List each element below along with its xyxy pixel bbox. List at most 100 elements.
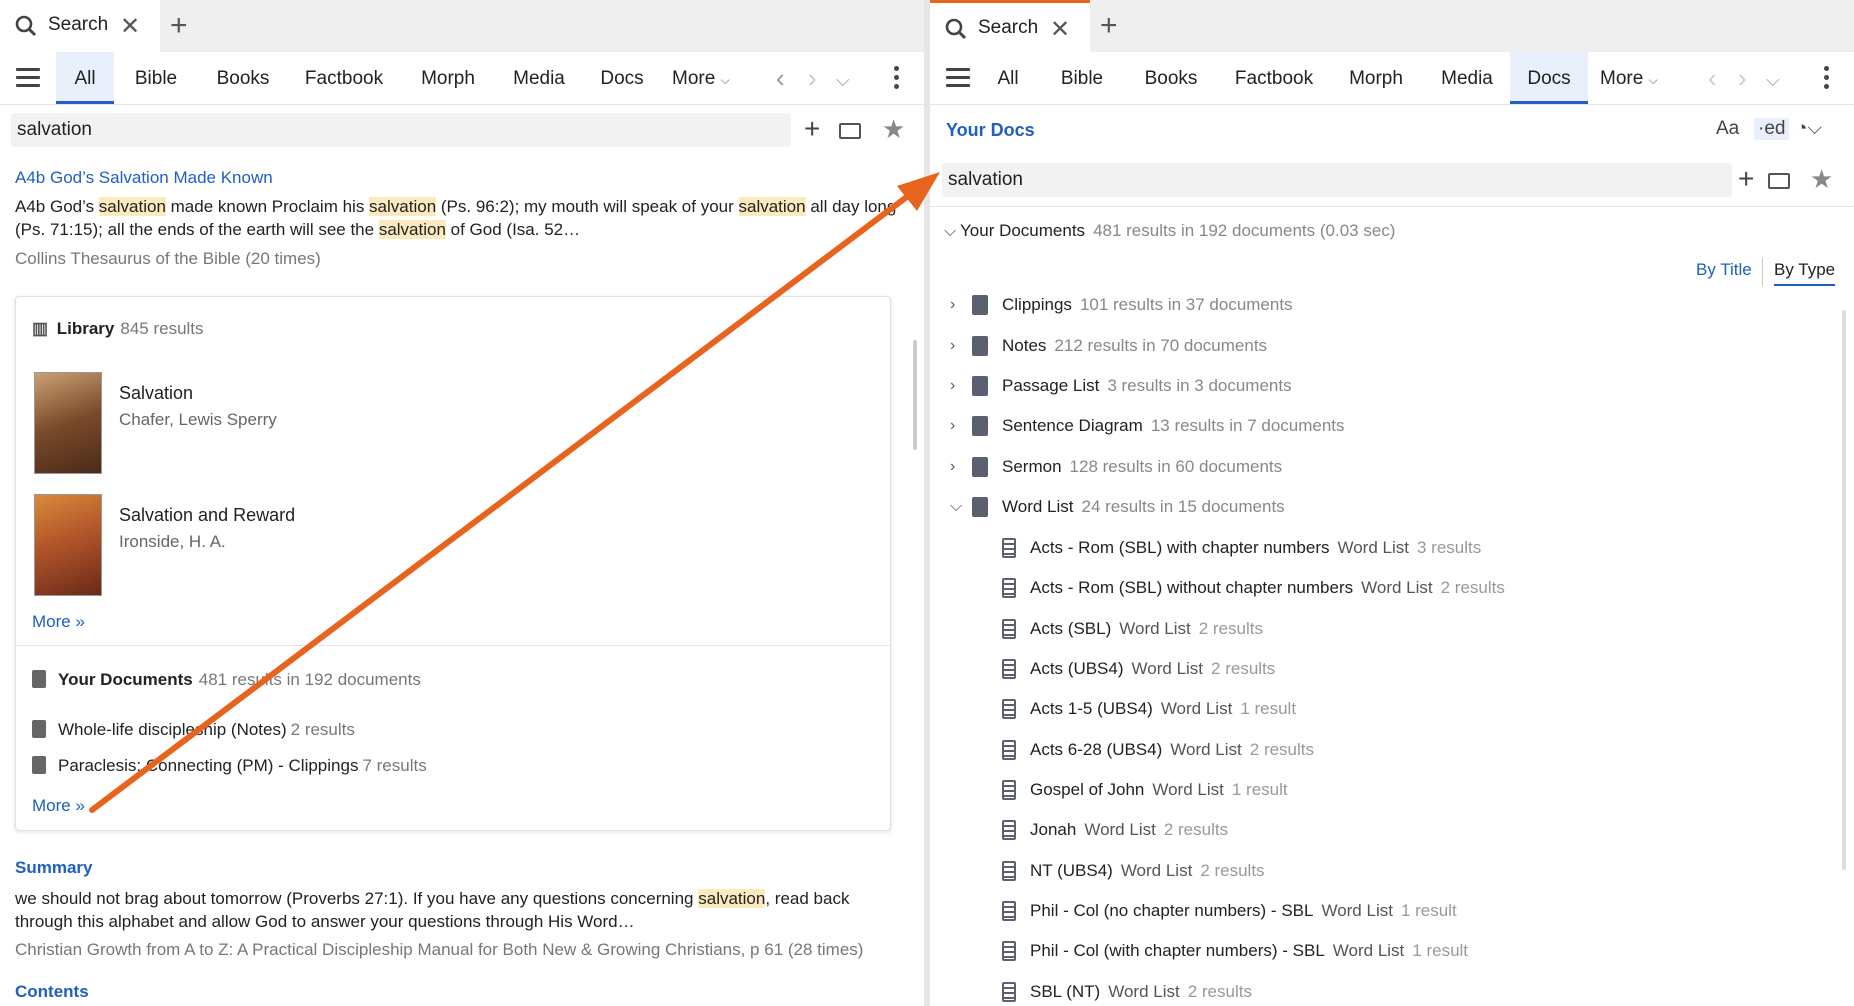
category-notes[interactable]: › Notes 212 results in 70 documents xyxy=(950,333,1267,359)
close-tab-icon[interactable]: ✕ xyxy=(1050,15,1070,44)
left-tab-bar: Search ✕ + xyxy=(0,0,924,53)
result-snippet: we should not brag about tomorrow (Prove… xyxy=(15,889,850,931)
card-divider xyxy=(16,645,890,646)
sort-by-type-button[interactable]: By Type xyxy=(1774,260,1836,286)
your-documents-tree-header[interactable]: ⌵ Your Documents 481 results in 192 docume… xyxy=(944,221,1395,241)
word-list-row[interactable]: Gospel of John Word List 1 result xyxy=(1002,777,1288,803)
category-clippings[interactable]: › Clippings 101 results in 37 documents xyxy=(950,292,1293,318)
word-list-row[interactable]: Phil - Col (no chapter numbers) - SBL Wor… xyxy=(1002,898,1457,924)
result-snippet: A4b God’s salvation made known Proclaim … xyxy=(15,197,897,239)
right-tab-media[interactable]: Media xyxy=(1430,52,1504,104)
right-tab-bible[interactable]: Bible xyxy=(1050,52,1114,104)
close-tab-icon[interactable]: ✕ xyxy=(120,12,140,41)
panel-menu-icon[interactable] xyxy=(894,66,900,93)
word-list-row[interactable]: Acts (UBS4) Word List 2 results xyxy=(1002,656,1275,682)
word-list-icon xyxy=(1002,780,1016,800)
menu-icon[interactable] xyxy=(946,68,970,87)
chevron-right-icon: › xyxy=(950,377,956,394)
right-search-panel: Search ✕ + All Bible Books Factbook Morp… xyxy=(930,0,1854,1006)
interlinear-toggle[interactable]: ·ed xyxy=(1754,118,1790,140)
right-more-menu[interactable]: More ⌵ xyxy=(1600,52,1658,104)
chevron-right-icon: › xyxy=(950,417,956,434)
chevron-right-icon: › xyxy=(950,337,956,354)
forward-arrow-icon[interactable]: › xyxy=(808,64,817,92)
sort-by-title-button[interactable]: By Title xyxy=(1696,260,1752,280)
add-icon[interactable]: + xyxy=(804,115,820,143)
left-tab-all[interactable]: All xyxy=(56,52,114,104)
visual-filter-icon[interactable]: ◔⌵ xyxy=(1796,118,1822,140)
font-size-button[interactable]: Aa xyxy=(1716,118,1739,140)
back-arrow-icon[interactable]: ‹ xyxy=(1708,64,1717,92)
word-list-row[interactable]: Acts 6-28 (UBS4) Word List 2 results xyxy=(1002,737,1314,763)
left-tab-morph[interactable]: Morph xyxy=(410,52,486,104)
left-tab-media[interactable]: Media xyxy=(502,52,576,104)
left-tab-bible[interactable]: Bible xyxy=(124,52,188,104)
notes-icon xyxy=(972,336,988,356)
back-arrow-icon[interactable]: ‹ xyxy=(776,64,785,92)
right-tab-books[interactable]: Books xyxy=(1133,52,1209,104)
chevron-down-icon: ⌵ xyxy=(944,223,957,240)
word-list-row[interactable]: Acts 1-5 (UBS4) Word List 1 result xyxy=(1002,696,1296,722)
document-result-row[interactable]: Paraclesis: Connecting (PM) - Clippings 7… xyxy=(32,756,427,776)
book-title[interactable]: Salvation xyxy=(119,383,193,404)
result-source: Collins Thesaurus of the Bible (20 times… xyxy=(15,249,321,268)
right-search-tab[interactable]: Search ✕ xyxy=(930,0,1090,52)
history-chevron-icon[interactable]: ⌵ xyxy=(1766,66,1780,94)
right-tab-all[interactable]: All xyxy=(980,52,1036,104)
document-result-row[interactable]: Whole-life discipleship (Notes) 2 results xyxy=(32,720,355,740)
chevron-right-icon: › xyxy=(950,296,956,313)
word-list-row[interactable]: Jonah Word List 2 results xyxy=(1002,817,1228,843)
left-search-field[interactable] xyxy=(11,113,791,147)
right-search-field[interactable] xyxy=(942,163,1732,197)
book-cover-salvation[interactable] xyxy=(34,372,102,474)
category-sermon[interactable]: › Sermon 128 results in 60 documents xyxy=(950,454,1282,480)
left-tab-factbook[interactable]: Factbook xyxy=(296,52,392,104)
category-sentence-diagram[interactable]: › Sentence Diagram 13 results in 7 documen… xyxy=(950,413,1345,439)
left-more-menu[interactable]: More ⌵ xyxy=(672,52,730,104)
star-icon[interactable]: ★ xyxy=(882,116,905,142)
left-nav-bar: All Bible Books Factbook Morph Media Doc… xyxy=(0,52,924,105)
right-tab-factbook[interactable]: Factbook xyxy=(1226,52,1322,104)
menu-icon[interactable] xyxy=(16,68,40,87)
category-word-list[interactable]: ⌵ Word List 24 results in 15 documents xyxy=(950,494,1285,520)
new-tab-icon[interactable]: + xyxy=(170,8,188,44)
chevron-right-icon: › xyxy=(950,458,956,475)
word-list-row[interactable]: Acts - Rom (SBL) without chapter numbers… xyxy=(1002,575,1505,601)
star-icon[interactable]: ★ xyxy=(1810,166,1833,192)
word-list-row[interactable]: Phil - Col (with chapter numbers) - SBL W… xyxy=(1002,938,1468,964)
category-passage-list[interactable]: › Passage List 3 results in 3 documents xyxy=(950,373,1292,399)
results-summary-card: ▥ Library 845 results Salvation Chafer, L… xyxy=(15,296,891,831)
word-list-row[interactable]: NT (UBS4) Word List 2 results xyxy=(1002,858,1265,884)
left-tab-books[interactable]: Books xyxy=(205,52,281,104)
left-search-input[interactable] xyxy=(11,113,791,147)
clippings-icon xyxy=(972,295,988,315)
library-more-link[interactable]: More » xyxy=(32,612,85,632)
word-list-row[interactable]: Acts - Rom (SBL) with chapter numbers Wor… xyxy=(1002,535,1481,561)
word-list-row[interactable]: SBL (NT) Word List 2 results xyxy=(1002,979,1252,1005)
panel-menu-icon[interactable] xyxy=(1824,66,1830,93)
history-chevron-icon[interactable]: ⌵ xyxy=(836,66,850,94)
add-icon[interactable]: + xyxy=(1738,165,1754,193)
result-title-link[interactable]: A4b God’s Salvation Made Known xyxy=(15,168,273,188)
left-scrollbar[interactable] xyxy=(913,340,917,450)
forward-arrow-icon[interactable]: › xyxy=(1738,64,1747,92)
left-tab-docs[interactable]: Docs xyxy=(594,52,650,104)
right-tab-label: Search xyxy=(978,17,1039,38)
result-title-link[interactable]: Contents xyxy=(15,982,89,1002)
sentence-diagram-icon xyxy=(972,416,988,436)
keyboard-icon[interactable] xyxy=(1768,173,1790,189)
keyboard-icon[interactable] xyxy=(839,123,861,139)
new-tab-icon[interactable]: + xyxy=(1100,8,1118,44)
left-search-tab[interactable]: Search ✕ xyxy=(0,0,160,52)
word-list-icon xyxy=(1002,941,1016,961)
right-tab-docs[interactable]: Docs xyxy=(1510,52,1588,104)
result-title-link[interactable]: Summary xyxy=(15,858,92,878)
right-tab-morph[interactable]: Morph xyxy=(1338,52,1414,104)
word-list-icon xyxy=(1002,820,1016,840)
word-list-row[interactable]: Acts (SBL) Word List 2 results xyxy=(1002,616,1263,642)
right-search-input[interactable] xyxy=(942,163,1732,197)
right-scrollbar[interactable] xyxy=(1842,310,1846,870)
documents-more-link[interactable]: More » xyxy=(32,796,85,816)
book-cover-salvation-and-reward[interactable] xyxy=(34,494,102,596)
book-title[interactable]: Salvation and Reward xyxy=(119,505,295,526)
